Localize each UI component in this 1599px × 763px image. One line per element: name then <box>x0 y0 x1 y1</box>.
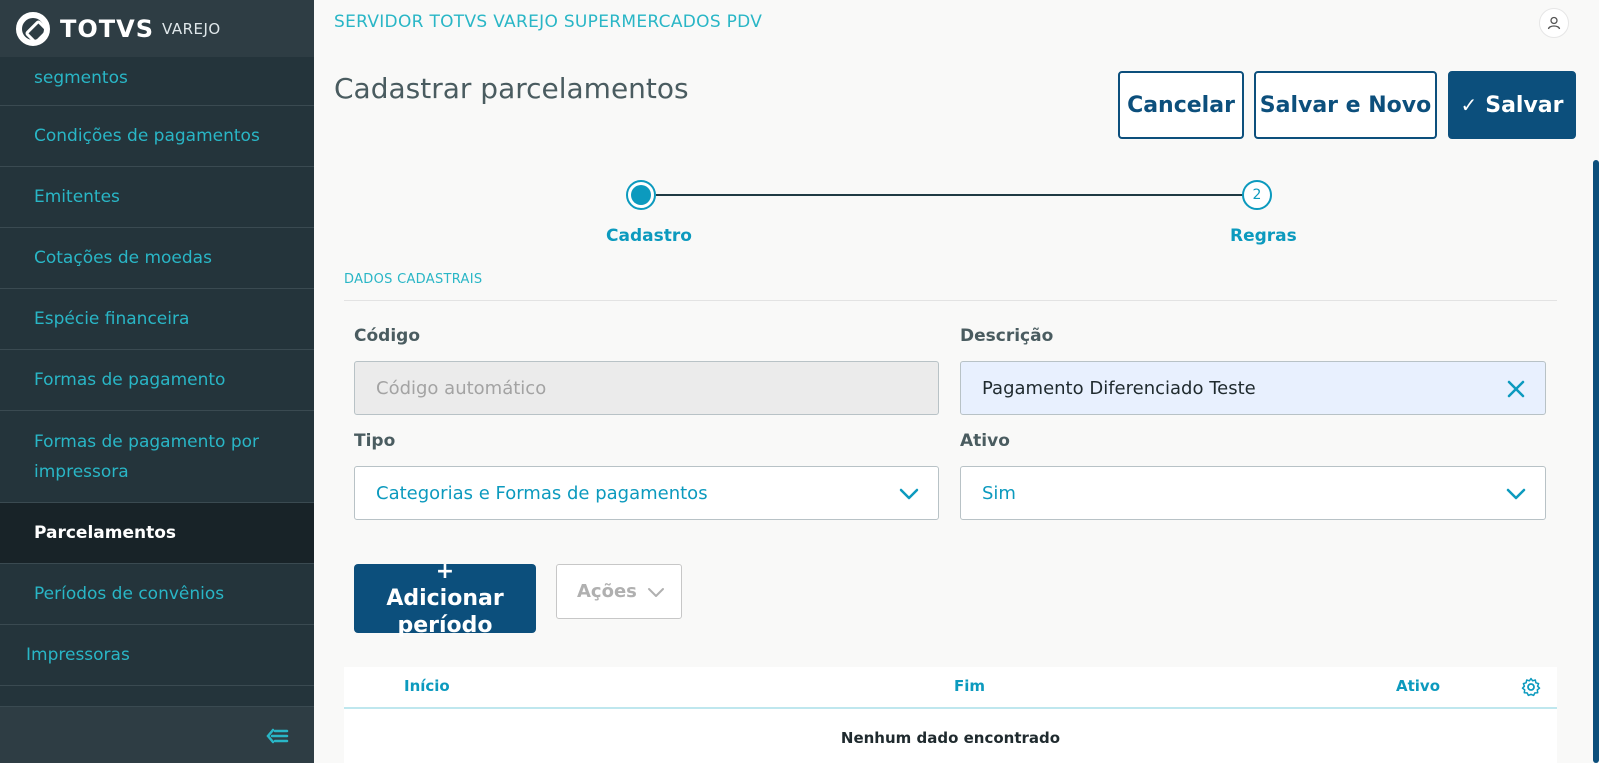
add-period-button[interactable]: + Adicionar período <box>354 559 536 638</box>
column-header-ativo[interactable]: Ativo <box>1396 677 1440 695</box>
sidebar-logo[interactable]: TOTVS VAREJO <box>0 0 314 57</box>
topbar: SERVIDOR TOTVS VAREJO SUPERMERCADOS PDV <box>314 0 1599 48</box>
descricao-label: Descrição <box>960 326 1054 346</box>
step-1-indicator[interactable] <box>626 180 656 210</box>
periods-table: Início Fim Ativo Nenhum dado encontrado <box>344 667 1557 763</box>
sidebar-item-cotacoes-moedas[interactable]: Cotações de moedas <box>0 228 314 289</box>
sidebar-item-especie-financeira[interactable]: Espécie financeira <box>0 289 314 350</box>
app-title: SERVIDOR TOTVS VAREJO SUPERMERCADOS PDV <box>334 12 763 32</box>
sidebar: TOTVS VAREJO segmentos Condições de paga… <box>0 0 314 763</box>
brand-product: VAREJO <box>162 19 221 38</box>
save-button[interactable]: ✓ Salvar <box>1448 71 1576 139</box>
user-menu-button[interactable] <box>1539 8 1569 38</box>
sidebar-item-emitentes[interactable]: Emitentes <box>0 167 314 228</box>
brand-name: TOTVS <box>60 14 155 43</box>
chevron-down-icon <box>899 488 919 500</box>
section-divider <box>344 300 1557 301</box>
section-title: DADOS CADASTRAIS <box>344 272 483 287</box>
column-header-inicio[interactable]: Início <box>404 677 450 695</box>
step-2-indicator[interactable]: 2 <box>1242 180 1272 210</box>
descricao-input[interactable]: Pagamento Diferenciado Teste <box>960 361 1546 415</box>
codigo-input[interactable]: Código automático <box>354 361 939 415</box>
table-header-divider <box>344 707 1557 709</box>
save-and-new-button[interactable]: Salvar e Novo <box>1254 71 1437 139</box>
sidebar-footer <box>0 706 314 763</box>
gear-icon[interactable] <box>1521 677 1541 697</box>
chevron-down-icon <box>1506 488 1526 500</box>
totvs-logo-icon <box>16 11 50 46</box>
column-header-fim[interactable]: Fim <box>954 677 985 695</box>
collapse-menu-icon[interactable] <box>264 723 290 749</box>
sidebar-item-periodos-convenios[interactable]: Períodos de convênios <box>0 564 314 625</box>
tipo-label: Tipo <box>354 431 396 451</box>
actions-dropdown-button[interactable]: Ações <box>556 564 682 619</box>
sidebar-menu: segmentos Condições de pagamentos Emiten… <box>0 57 314 726</box>
step-2-label[interactable]: Regras <box>1230 226 1297 246</box>
page-title: Cadastrar parcelamentos <box>334 72 689 105</box>
tipo-select[interactable]: Categorias e Formas de pagamentos <box>354 466 939 520</box>
user-icon <box>1547 16 1561 30</box>
stepper-line <box>656 194 1256 196</box>
chevron-down-icon <box>648 588 664 597</box>
check-icon: ✓ <box>1460 93 1478 117</box>
codigo-label: Código <box>354 326 420 346</box>
ativo-select[interactable]: Sim <box>960 466 1546 520</box>
sidebar-item-segmentos[interactable]: segmentos <box>0 57 314 106</box>
sidebar-item-condicoes-pagamentos[interactable]: Condições de pagamentos <box>0 106 314 167</box>
page-scrollbar[interactable] <box>1593 160 1599 763</box>
clear-icon[interactable] <box>1505 378 1527 400</box>
sidebar-item-parcelamentos[interactable]: Parcelamentos <box>0 503 314 564</box>
ativo-label: Ativo <box>960 431 1010 451</box>
cancel-button[interactable]: Cancelar <box>1118 71 1244 139</box>
sidebar-item-impressoras[interactable]: Impressoras <box>0 625 314 686</box>
table-empty-message: Nenhum dado encontrado <box>840 729 1061 747</box>
step-1-label[interactable]: Cadastro <box>606 226 692 246</box>
sidebar-item-formas-pagamento[interactable]: Formas de pagamento <box>0 350 314 411</box>
sidebar-item-formas-pagamento-impressora[interactable]: Formas de pagamento por impressora <box>0 411 314 503</box>
